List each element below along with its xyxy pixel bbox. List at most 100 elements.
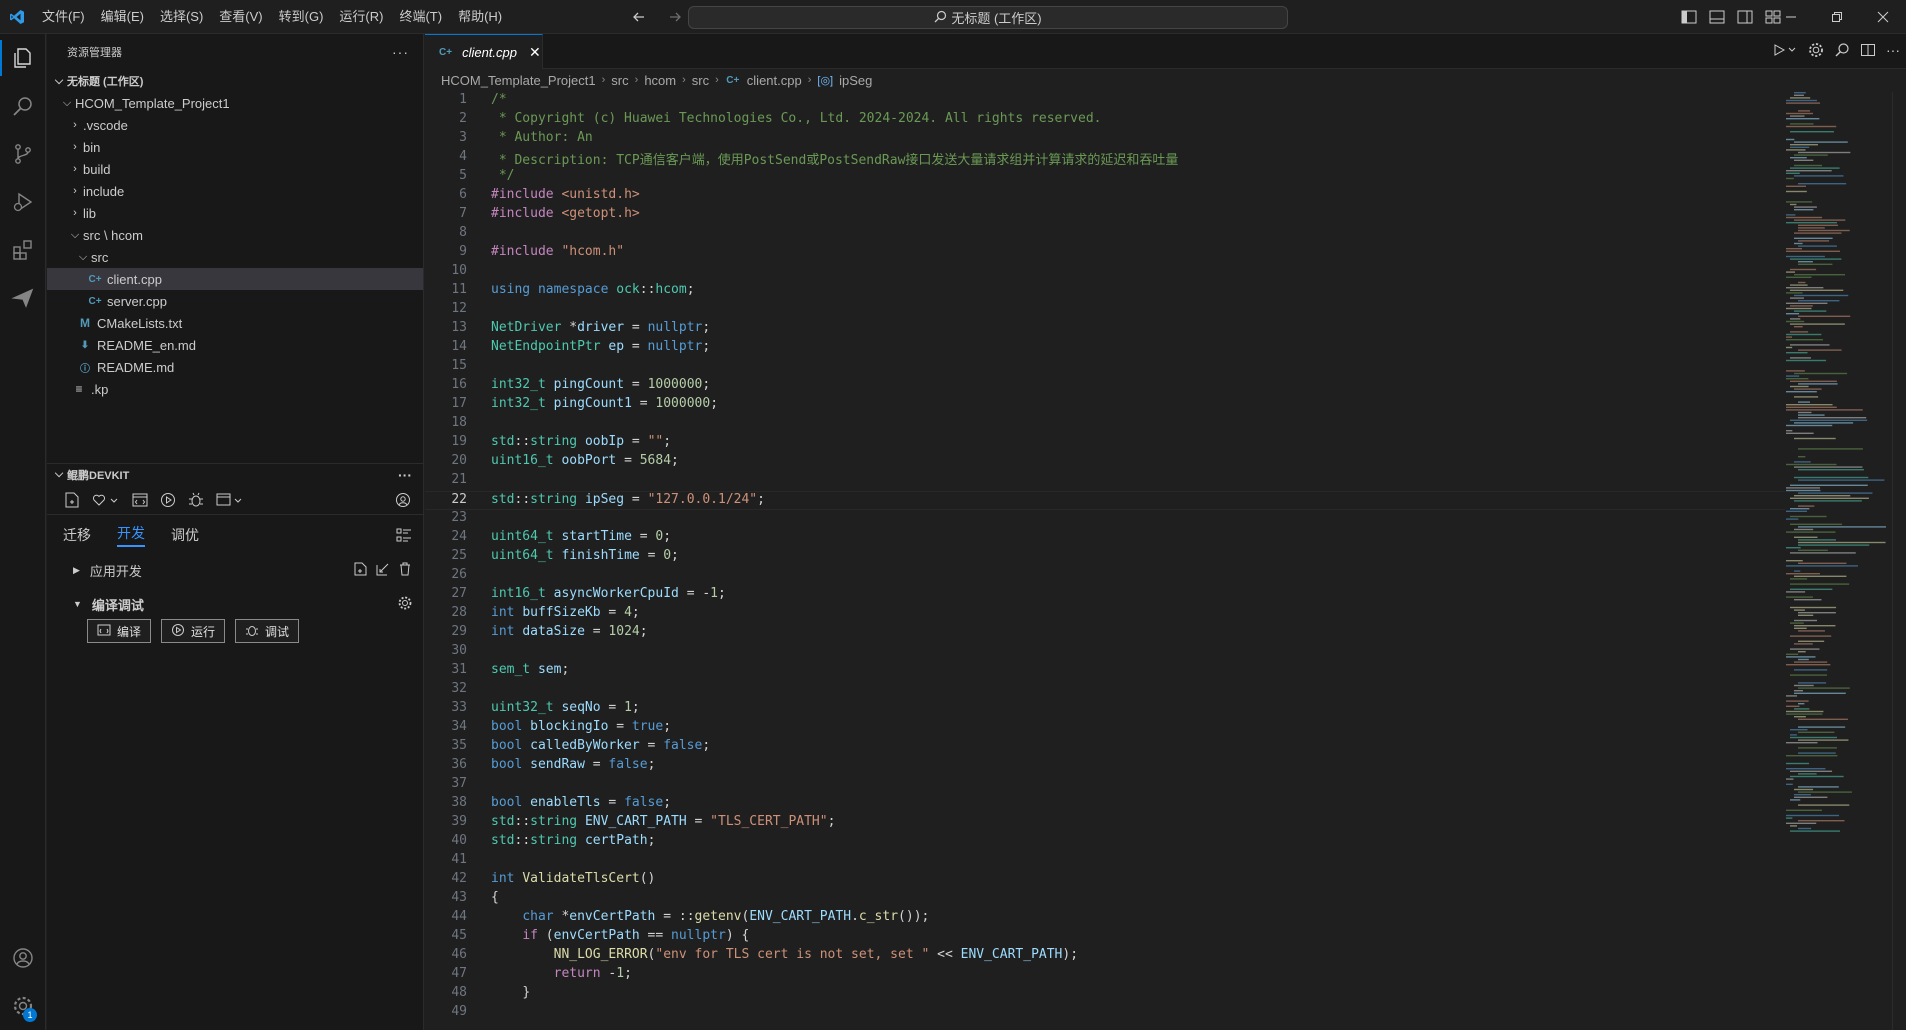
run-debug-icon[interactable] (0, 178, 46, 226)
list-view-icon[interactable] (396, 527, 412, 546)
code-line[interactable]: 33 uint32_t seqNo = 1; (425, 700, 1785, 719)
code-line[interactable]: 15 (425, 358, 1785, 377)
code-line[interactable]: 31 sem_t sem; (425, 662, 1785, 681)
import-project-icon[interactable] (376, 562, 390, 579)
code-line[interactable]: 41 (425, 852, 1785, 871)
more-actions-icon[interactable]: ··· (398, 467, 412, 483)
explorer-icon[interactable] (0, 34, 46, 82)
tree-item-readme[interactable]: ⓘ README.md (47, 356, 423, 378)
code-line[interactable]: 8 (425, 225, 1785, 244)
breadcrumb-item[interactable]: ipSeg (839, 73, 872, 88)
back-arrow-icon[interactable] (628, 6, 650, 28)
manage-gear-icon[interactable]: 1 (0, 982, 46, 1030)
heart-dropdown-icon[interactable] (91, 491, 121, 509)
code-line[interactable]: 4 * Description: TCP通信客户端，使用PostSend或Pos… (425, 149, 1785, 168)
workspace-section[interactable]: ⌵ 无标题 (工作区) (47, 70, 423, 92)
close-icon[interactable]: ✕ (529, 44, 541, 61)
code-line[interactable]: 34 bool blockingIo = true; (425, 719, 1785, 738)
menu-go[interactable]: 转到(G) (271, 0, 332, 34)
code-line[interactable]: 38 bool enableTls = false; (425, 795, 1785, 814)
code-line[interactable]: 35 bool calledByWorker = false; (425, 738, 1785, 757)
debug-button[interactable]: 调试 (235, 619, 300, 643)
code-line[interactable]: 39 std::string ENV_CART_PATH = "TLS_CERT_… (425, 814, 1785, 833)
new-file-icon[interactable] (63, 491, 81, 509)
code-line[interactable]: 21 (425, 472, 1785, 491)
run-circle-icon[interactable] (159, 491, 177, 509)
tree-item-lib[interactable]: › lib (47, 202, 423, 224)
minimize-icon[interactable] (1768, 0, 1814, 34)
gear-icon[interactable] (1808, 42, 1824, 61)
tree-item-server-cpp[interactable]: C+ server.cpp (47, 290, 423, 312)
tab-tuning[interactable]: 调优 (171, 525, 199, 545)
command-center-search[interactable]: 无标题 (工作区) (688, 6, 1288, 29)
toggle-secondary-sidebar-icon[interactable] (1734, 7, 1756, 27)
breadcrumb-item[interactable]: hcom (644, 73, 676, 88)
code-line[interactable]: 16 int32_t pingCount = 1000000; (425, 377, 1785, 396)
code-line[interactable]: 18 (425, 415, 1785, 434)
bug-icon[interactable] (187, 491, 205, 509)
code-line[interactable]: 40 std::string certPath; (425, 833, 1785, 852)
code-line[interactable]: 28 int buffSizeKb = 4; (425, 605, 1785, 624)
account-icon[interactable] (0, 934, 46, 982)
forward-arrow-icon[interactable] (664, 6, 686, 28)
code-line[interactable]: 36 bool sendRaw = false; (425, 757, 1785, 776)
code-line[interactable]: 48 } (425, 985, 1785, 1004)
restore-icon[interactable] (1814, 0, 1860, 34)
tree-item-vscode[interactable]: › .vscode (47, 114, 423, 136)
code-line[interactable]: 14 NetEndpointPtr ep = nullptr; (425, 339, 1785, 358)
extensions-icon[interactable] (0, 226, 46, 274)
tree-item-client-cpp[interactable]: C+ client.cpp (47, 268, 423, 290)
breadcrumb-item[interactable]: src (692, 73, 709, 88)
menu-view[interactable]: 查看(V) (211, 0, 270, 34)
new-project-icon[interactable] (354, 562, 368, 579)
breadcrumb-item[interactable]: HCOM_Template_Project1 (441, 73, 596, 88)
code-line[interactable]: 5 */ (425, 168, 1785, 187)
menu-run[interactable]: 运行(R) (331, 0, 391, 34)
code-line[interactable]: 19 std::string oobIp = ""; (425, 434, 1785, 453)
code-line[interactable]: 9 #include "hcom.h" (425, 244, 1785, 263)
code-line[interactable]: 24 uint64_t startTime = 0; (425, 529, 1785, 548)
more-actions-icon[interactable]: ··· (392, 44, 409, 60)
toggle-primary-sidebar-icon[interactable] (1678, 7, 1700, 27)
menu-selection[interactable]: 选择(S) (152, 0, 211, 34)
code-line[interactable]: 2 * Copyright (c) Huawei Technologies Co… (425, 111, 1785, 130)
compile-button[interactable]: 编译 (87, 619, 152, 643)
tab-client-cpp[interactable]: C+ client.cpp ✕ (425, 34, 543, 69)
close-window-icon[interactable] (1860, 0, 1906, 34)
user-settings-icon[interactable] (394, 491, 412, 509)
code-editor[interactable]: 1 /* 2 * Copyright (c) Huawei Technologies… (425, 92, 1785, 1030)
code-line[interactable]: 7 #include <getopt.h> (425, 206, 1785, 225)
code-line[interactable]: 17 int32_t pingCount1 = 1000000; (425, 396, 1785, 415)
menu-edit[interactable]: 编辑(E) (93, 0, 152, 34)
code-line[interactable]: 3 * Author: An (425, 130, 1785, 149)
code-line[interactable]: 45 if (envCertPath == nullptr) { (425, 928, 1785, 947)
minimap[interactable] (1784, 92, 1892, 832)
app-dev-section[interactable]: ▶ 应用开发 (47, 555, 424, 585)
code-line[interactable]: 10 (425, 263, 1785, 282)
tab-migration[interactable]: 迁移 (63, 525, 91, 545)
tree-item-include[interactable]: › include (47, 180, 423, 202)
code-line[interactable]: 32 (425, 681, 1785, 700)
tree-item-src[interactable]: ⌵ src (47, 246, 423, 268)
tab-development[interactable]: 开发 (117, 523, 145, 547)
search-icon[interactable] (1834, 42, 1850, 61)
code-line[interactable]: 22 std::string ipSeg = "127.0.0.1/24"; (425, 491, 1785, 510)
code-line[interactable]: 47 return -1; (425, 966, 1785, 985)
run-dropdown-icon[interactable] (1772, 42, 1798, 61)
code-line[interactable]: 27 int16_t asyncWorkerCpuId = -1; (425, 586, 1785, 605)
code-line[interactable]: 46 NN_LOG_ERROR("env for TLS cert is not… (425, 947, 1785, 966)
gear-icon[interactable] (398, 596, 412, 613)
code-line[interactable]: 25 uint64_t finishTime = 0; (425, 548, 1785, 567)
menu-file[interactable]: 文件(F) (34, 0, 93, 34)
code-line[interactable]: 43 { (425, 890, 1785, 909)
menu-terminal[interactable]: 终端(T) (391, 0, 450, 34)
toggle-panel-icon[interactable] (1706, 7, 1728, 27)
code-line[interactable]: 20 uint16_t oobPort = 5684; (425, 453, 1785, 472)
more-actions-icon[interactable]: ··· (1886, 42, 1900, 61)
breadcrumb-item[interactable]: src (611, 73, 628, 88)
search-view-icon[interactable] (0, 82, 46, 130)
code-line[interactable]: 12 (425, 301, 1785, 320)
code-line[interactable]: 11 using namespace ock::hcom; (425, 282, 1785, 301)
source-control-icon[interactable] (0, 130, 46, 178)
vertical-scrollbar[interactable] (1892, 92, 1906, 1030)
